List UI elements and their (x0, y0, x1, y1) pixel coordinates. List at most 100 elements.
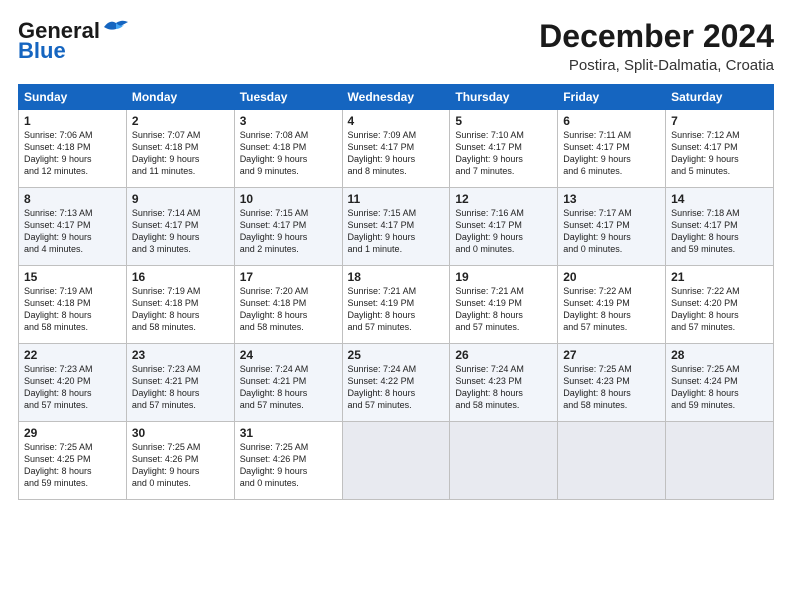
cell-info: Sunrise: 7:22 AM Sunset: 4:20 PM Dayligh… (671, 285, 768, 334)
day-number: 18 (348, 270, 445, 284)
calendar-cell: 9Sunrise: 7:14 AM Sunset: 4:17 PM Daylig… (126, 188, 234, 266)
cell-info: Sunrise: 7:13 AM Sunset: 4:17 PM Dayligh… (24, 207, 121, 256)
calendar-cell: 17Sunrise: 7:20 AM Sunset: 4:18 PM Dayli… (234, 266, 342, 344)
calendar-cell: 5Sunrise: 7:10 AM Sunset: 4:17 PM Daylig… (450, 110, 558, 188)
calendar-cell: 28Sunrise: 7:25 AM Sunset: 4:24 PM Dayli… (666, 344, 774, 422)
cell-info: Sunrise: 7:24 AM Sunset: 4:23 PM Dayligh… (455, 363, 552, 412)
calendar-cell: 21Sunrise: 7:22 AM Sunset: 4:20 PM Dayli… (666, 266, 774, 344)
day-number: 25 (348, 348, 445, 362)
day-number: 12 (455, 192, 552, 206)
calendar-cell (666, 422, 774, 500)
day-number: 13 (563, 192, 660, 206)
calendar-cell: 4Sunrise: 7:09 AM Sunset: 4:17 PM Daylig… (342, 110, 450, 188)
calendar-table: SundayMondayTuesdayWednesdayThursdayFrid… (18, 84, 774, 500)
cell-info: Sunrise: 7:25 AM Sunset: 4:25 PM Dayligh… (24, 441, 121, 490)
weekday-header-wednesday: Wednesday (342, 85, 450, 110)
calendar-cell: 2Sunrise: 7:07 AM Sunset: 4:18 PM Daylig… (126, 110, 234, 188)
cell-info: Sunrise: 7:25 AM Sunset: 4:26 PM Dayligh… (240, 441, 337, 490)
day-number: 4 (348, 114, 445, 128)
calendar-cell: 31Sunrise: 7:25 AM Sunset: 4:26 PM Dayli… (234, 422, 342, 500)
day-number: 29 (24, 426, 121, 440)
cell-info: Sunrise: 7:21 AM Sunset: 4:19 PM Dayligh… (455, 285, 552, 334)
day-number: 17 (240, 270, 337, 284)
title-block: December 2024 Postira, Split-Dalmatia, C… (539, 18, 774, 74)
cell-info: Sunrise: 7:12 AM Sunset: 4:17 PM Dayligh… (671, 129, 768, 178)
calendar-cell: 1Sunrise: 7:06 AM Sunset: 4:18 PM Daylig… (19, 110, 127, 188)
day-number: 19 (455, 270, 552, 284)
cell-info: Sunrise: 7:25 AM Sunset: 4:23 PM Dayligh… (563, 363, 660, 412)
calendar-cell: 23Sunrise: 7:23 AM Sunset: 4:21 PM Dayli… (126, 344, 234, 422)
cell-info: Sunrise: 7:17 AM Sunset: 4:17 PM Dayligh… (563, 207, 660, 256)
day-number: 8 (24, 192, 121, 206)
calendar-cell: 3Sunrise: 7:08 AM Sunset: 4:18 PM Daylig… (234, 110, 342, 188)
calendar-cell (342, 422, 450, 500)
calendar-cell: 22Sunrise: 7:23 AM Sunset: 4:20 PM Dayli… (19, 344, 127, 422)
day-number: 27 (563, 348, 660, 362)
cell-info: Sunrise: 7:25 AM Sunset: 4:24 PM Dayligh… (671, 363, 768, 412)
day-number: 2 (132, 114, 229, 128)
calendar-cell (450, 422, 558, 500)
day-number: 22 (24, 348, 121, 362)
weekday-header-thursday: Thursday (450, 85, 558, 110)
cell-info: Sunrise: 7:10 AM Sunset: 4:17 PM Dayligh… (455, 129, 552, 178)
cell-info: Sunrise: 7:24 AM Sunset: 4:22 PM Dayligh… (348, 363, 445, 412)
weekday-header-friday: Friday (558, 85, 666, 110)
weekday-header-saturday: Saturday (666, 85, 774, 110)
calendar-cell: 6Sunrise: 7:11 AM Sunset: 4:17 PM Daylig… (558, 110, 666, 188)
cell-info: Sunrise: 7:14 AM Sunset: 4:17 PM Dayligh… (132, 207, 229, 256)
cell-info: Sunrise: 7:07 AM Sunset: 4:18 PM Dayligh… (132, 129, 229, 178)
calendar-cell: 20Sunrise: 7:22 AM Sunset: 4:19 PM Dayli… (558, 266, 666, 344)
weekday-header-sunday: Sunday (19, 85, 127, 110)
calendar-cell: 19Sunrise: 7:21 AM Sunset: 4:19 PM Dayli… (450, 266, 558, 344)
cell-info: Sunrise: 7:21 AM Sunset: 4:19 PM Dayligh… (348, 285, 445, 334)
day-number: 14 (671, 192, 768, 206)
cell-info: Sunrise: 7:18 AM Sunset: 4:17 PM Dayligh… (671, 207, 768, 256)
day-number: 20 (563, 270, 660, 284)
cell-info: Sunrise: 7:23 AM Sunset: 4:21 PM Dayligh… (132, 363, 229, 412)
day-number: 3 (240, 114, 337, 128)
calendar-cell: 13Sunrise: 7:17 AM Sunset: 4:17 PM Dayli… (558, 188, 666, 266)
calendar-cell: 29Sunrise: 7:25 AM Sunset: 4:25 PM Dayli… (19, 422, 127, 500)
day-number: 1 (24, 114, 121, 128)
day-number: 30 (132, 426, 229, 440)
day-number: 6 (563, 114, 660, 128)
calendar-cell: 14Sunrise: 7:18 AM Sunset: 4:17 PM Dayli… (666, 188, 774, 266)
calendar-cell: 18Sunrise: 7:21 AM Sunset: 4:19 PM Dayli… (342, 266, 450, 344)
cell-info: Sunrise: 7:25 AM Sunset: 4:26 PM Dayligh… (132, 441, 229, 490)
day-number: 31 (240, 426, 337, 440)
calendar-cell: 12Sunrise: 7:16 AM Sunset: 4:17 PM Dayli… (450, 188, 558, 266)
weekday-header-tuesday: Tuesday (234, 85, 342, 110)
day-number: 21 (671, 270, 768, 284)
calendar-cell: 11Sunrise: 7:15 AM Sunset: 4:17 PM Dayli… (342, 188, 450, 266)
day-number: 7 (671, 114, 768, 128)
cell-info: Sunrise: 7:20 AM Sunset: 4:18 PM Dayligh… (240, 285, 337, 334)
cell-info: Sunrise: 7:15 AM Sunset: 4:17 PM Dayligh… (348, 207, 445, 256)
calendar-cell: 15Sunrise: 7:19 AM Sunset: 4:18 PM Dayli… (19, 266, 127, 344)
calendar-cell: 24Sunrise: 7:24 AM Sunset: 4:21 PM Dayli… (234, 344, 342, 422)
day-number: 10 (240, 192, 337, 206)
logo-bird-icon (102, 17, 130, 37)
calendar-cell (558, 422, 666, 500)
subtitle: Postira, Split-Dalmatia, Croatia (539, 57, 774, 74)
calendar-cell: 7Sunrise: 7:12 AM Sunset: 4:17 PM Daylig… (666, 110, 774, 188)
calendar-cell: 25Sunrise: 7:24 AM Sunset: 4:22 PM Dayli… (342, 344, 450, 422)
calendar-cell: 26Sunrise: 7:24 AM Sunset: 4:23 PM Dayli… (450, 344, 558, 422)
cell-info: Sunrise: 7:08 AM Sunset: 4:18 PM Dayligh… (240, 129, 337, 178)
calendar-cell: 30Sunrise: 7:25 AM Sunset: 4:26 PM Dayli… (126, 422, 234, 500)
calendar-cell: 16Sunrise: 7:19 AM Sunset: 4:18 PM Dayli… (126, 266, 234, 344)
cell-info: Sunrise: 7:22 AM Sunset: 4:19 PM Dayligh… (563, 285, 660, 334)
day-number: 24 (240, 348, 337, 362)
logo: General Blue (18, 18, 130, 64)
cell-info: Sunrise: 7:09 AM Sunset: 4:17 PM Dayligh… (348, 129, 445, 178)
page: General Blue December 2024 Postira, Spli… (0, 0, 792, 612)
calendar-cell: 8Sunrise: 7:13 AM Sunset: 4:17 PM Daylig… (19, 188, 127, 266)
cell-info: Sunrise: 7:06 AM Sunset: 4:18 PM Dayligh… (24, 129, 121, 178)
main-title: December 2024 (539, 18, 774, 55)
cell-info: Sunrise: 7:19 AM Sunset: 4:18 PM Dayligh… (24, 285, 121, 334)
calendar-cell: 10Sunrise: 7:15 AM Sunset: 4:17 PM Dayli… (234, 188, 342, 266)
day-number: 26 (455, 348, 552, 362)
cell-info: Sunrise: 7:16 AM Sunset: 4:17 PM Dayligh… (455, 207, 552, 256)
day-number: 28 (671, 348, 768, 362)
day-number: 11 (348, 192, 445, 206)
day-number: 9 (132, 192, 229, 206)
